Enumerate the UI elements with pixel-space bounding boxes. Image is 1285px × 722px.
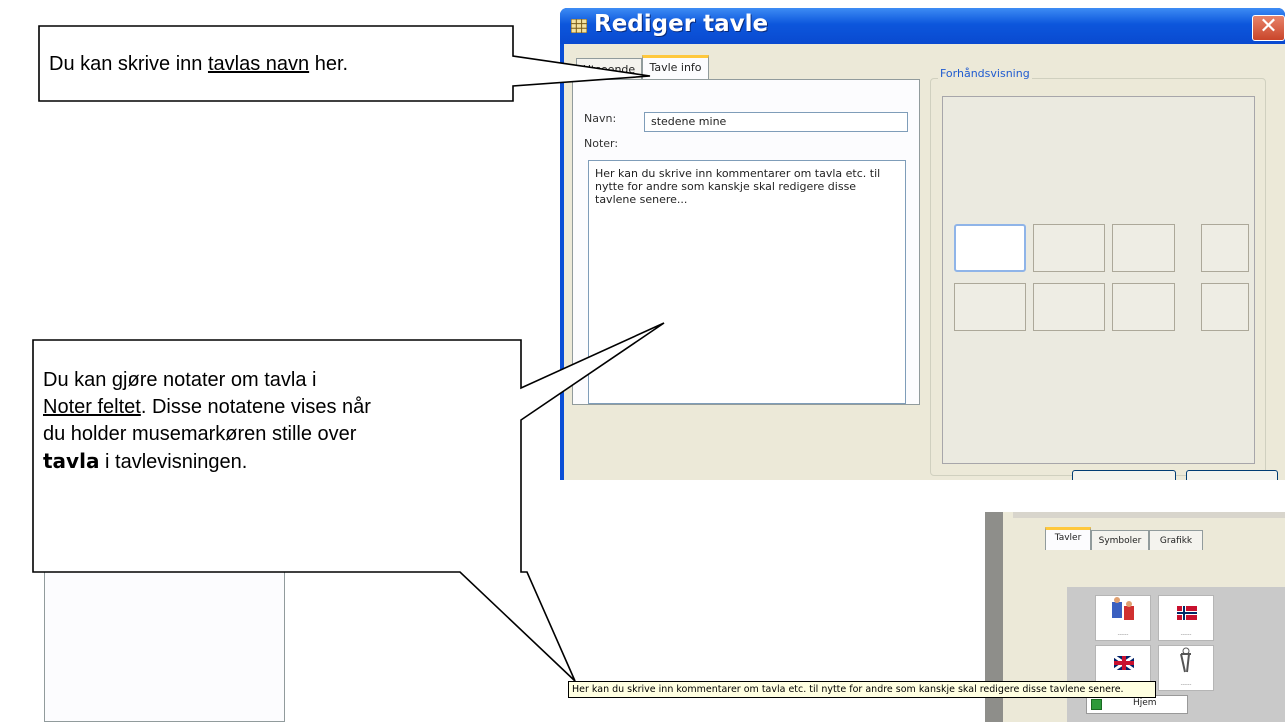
underlined-term: tavlas navn: [207, 53, 310, 75]
callout-top-text: Du kan skrive inn tavlas navn her.: [49, 53, 349, 75]
callout-bottom-text: Du kan gjøre notater om tavla i Noter fe…: [43, 369, 371, 473]
underlined-term: Noter feltet: [43, 396, 141, 418]
bold-term: tavla: [43, 449, 100, 473]
callout-shapes: [32, 25, 665, 682]
